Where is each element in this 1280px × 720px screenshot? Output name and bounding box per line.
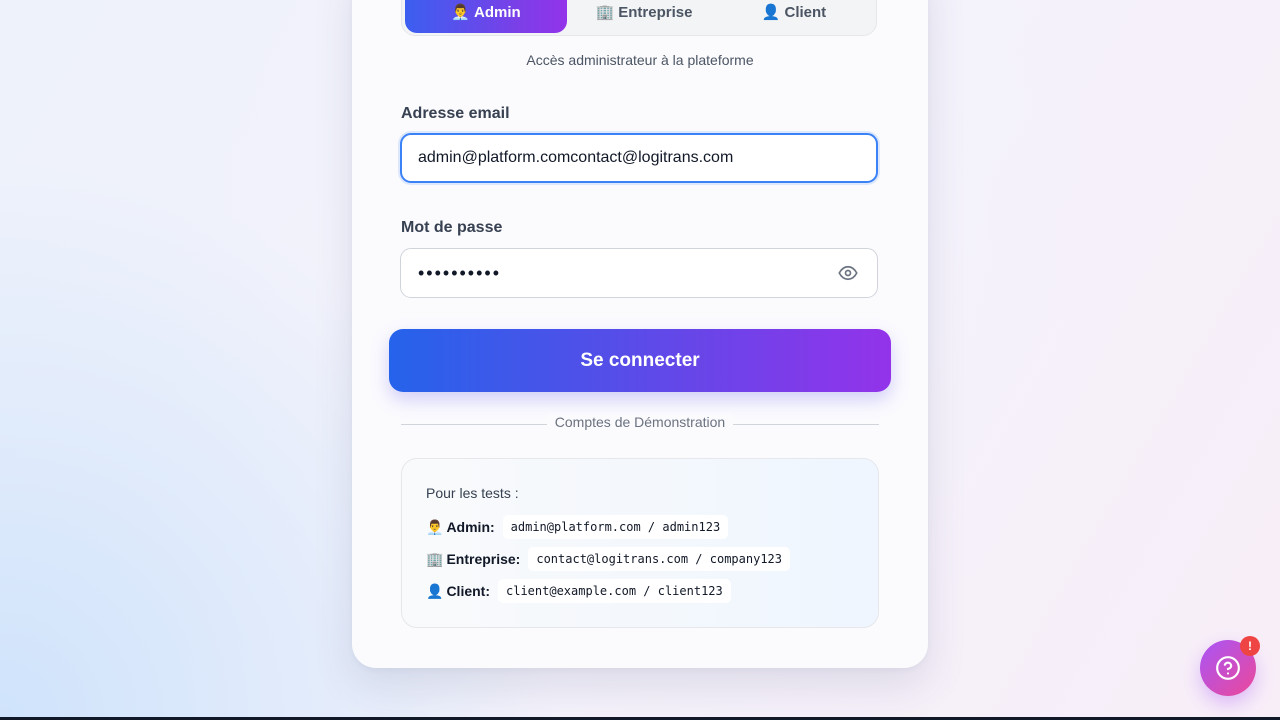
email-label: Adresse email: [401, 105, 510, 122]
role-subtitle: Accès administrateur à la plateforme: [526, 52, 754, 68]
demo-role: Admin:: [446, 519, 495, 535]
eye-icon[interactable]: [838, 264, 858, 282]
demo-role: Client:: [446, 583, 490, 599]
user-icon: 👤: [761, 4, 781, 21]
login-card: 👨‍💼 Admin 🏢 Entreprise 👤 Client Accès ad…: [352, 0, 928, 668]
demo-credentials: admin@platform.com / admin123: [502, 515, 729, 539]
email-value: admin@platform.comcontact@logitrans.com: [418, 149, 734, 166]
email-field[interactable]: admin@platform.comcontact@logitrans.com: [400, 133, 878, 183]
demo-title: Pour les tests :: [426, 485, 519, 501]
admin-icon: 👨‍💼: [451, 4, 470, 21]
demo-divider-label: Comptes de Démonstration: [546, 414, 734, 430]
password-label: Mot de passe: [401, 219, 503, 236]
demo-role: Entreprise:: [446, 551, 521, 567]
building-icon: 🏢: [426, 550, 444, 567]
tab-client-label: Client: [784, 4, 827, 21]
password-field[interactable]: ••••••••••: [400, 248, 878, 298]
demo-account-admin: 👨‍💼 Admin: admin@platform.com / admin123: [426, 515, 729, 539]
tab-admin[interactable]: 👨‍💼 Admin: [405, 0, 567, 33]
tab-entreprise-label: Entreprise: [618, 4, 693, 21]
role-tabs: 👨‍💼 Admin 🏢 Entreprise 👤 Client: [401, 0, 877, 36]
demo-credentials: client@example.com / client123: [498, 579, 731, 603]
demo-account-client: 👤 Client: client@example.com / client123: [426, 579, 731, 603]
question-circle-icon: [1216, 656, 1240, 680]
demo-accounts-box: Pour les tests : 👨‍💼 Admin: admin@platfo…: [401, 458, 879, 628]
tab-admin-label: Admin: [474, 4, 521, 21]
password-value: ••••••••••: [418, 262, 502, 283]
demo-divider: Comptes de Démonstration: [352, 414, 928, 432]
demo-credentials: contact@logitrans.com / company123: [528, 547, 790, 571]
user-icon: 👤: [426, 582, 444, 599]
admin-icon: 👨‍💼: [426, 518, 444, 535]
tab-client[interactable]: 👤 Client: [719, 0, 869, 33]
demo-account-entreprise: 🏢 Entreprise: contact@logitrans.com / co…: [426, 547, 790, 571]
login-button[interactable]: Se connecter: [389, 329, 891, 392]
building-icon: 🏢: [595, 4, 615, 21]
tab-entreprise[interactable]: 🏢 Entreprise: [569, 0, 719, 33]
notification-badge: !: [1240, 636, 1260, 656]
